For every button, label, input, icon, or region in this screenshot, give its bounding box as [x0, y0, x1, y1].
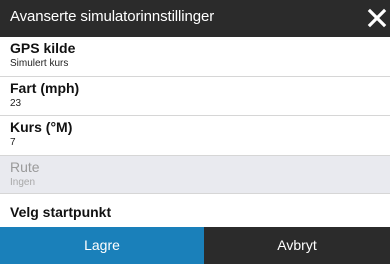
close-icon[interactable]	[367, 8, 387, 28]
setting-course[interactable]: Kurs (°M) 7	[0, 116, 390, 156]
setting-value: Simulert kurs	[10, 58, 69, 69]
save-button[interactable]: Lagre	[0, 227, 204, 264]
setting-value: 23	[10, 98, 22, 109]
dialog-footer: Lagre Avbryt	[0, 227, 390, 264]
setting-label: Rute	[10, 159, 40, 175]
setting-label: Kurs (°M)	[10, 119, 73, 135]
close-icon-glyph	[367, 8, 387, 28]
settings-list: GPS kilde Simulert kurs Fart (mph) 23 Ku…	[0, 37, 390, 227]
setting-value: 7	[10, 137, 16, 148]
dialog-title: Avanserte simulatorinnstillinger	[10, 8, 215, 25]
cancel-button[interactable]: Avbryt	[204, 227, 390, 264]
setting-value: Ingen	[10, 177, 36, 188]
setting-label: GPS kilde	[10, 40, 76, 56]
setting-speed[interactable]: Fart (mph) 23	[0, 77, 390, 116]
setting-select-start-point[interactable]: Velg startpunkt	[0, 194, 390, 227]
advanced-simulator-settings-dialog: Avanserte simulatorinnstillinger GPS kil…	[0, 0, 390, 264]
dialog-titlebar: Avanserte simulatorinnstillinger	[0, 0, 390, 37]
setting-label: Fart (mph)	[10, 80, 80, 96]
setting-gps-source[interactable]: GPS kilde Simulert kurs	[0, 37, 390, 77]
setting-label: Velg startpunkt	[10, 204, 112, 220]
setting-route: Rute Ingen	[0, 156, 390, 194]
